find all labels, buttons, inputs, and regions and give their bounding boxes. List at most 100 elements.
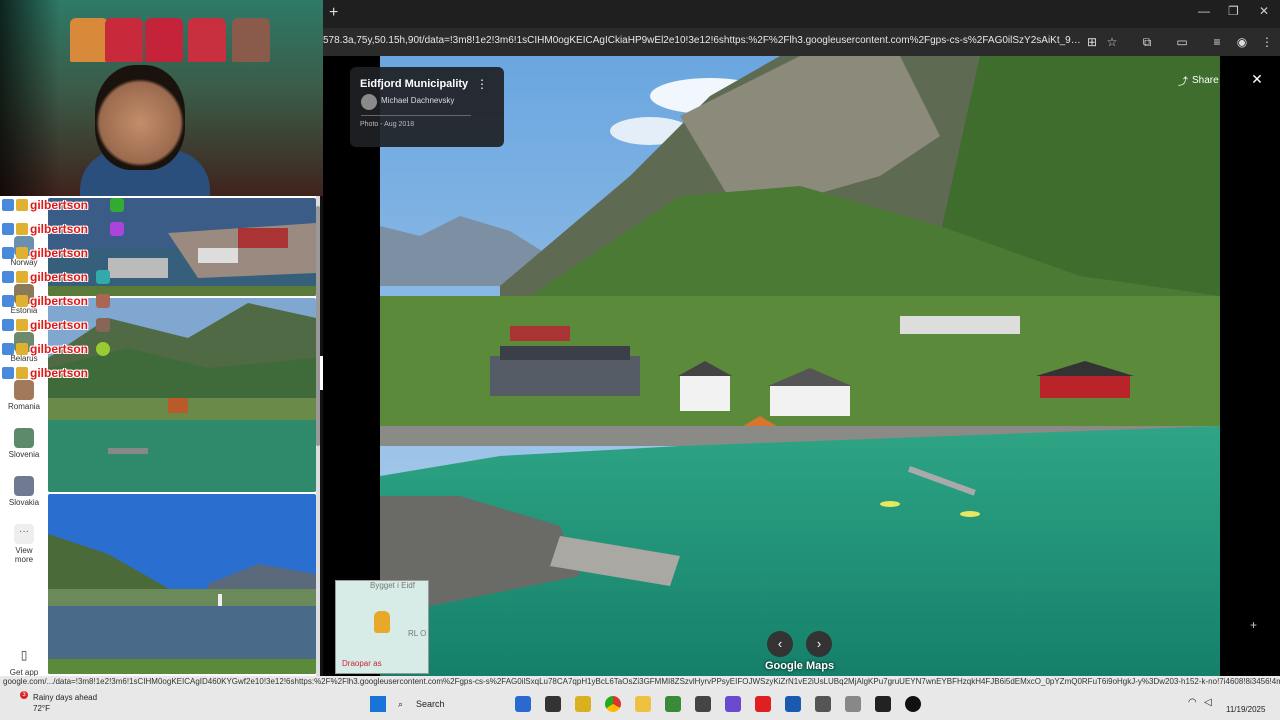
chat-username: gilbertson xyxy=(30,294,89,308)
search-icon: ⌕ xyxy=(398,699,404,709)
nav-item-slovenia[interactable]: Slovenia xyxy=(0,428,48,459)
chat-emote-icon xyxy=(110,198,125,212)
chat-line: gilbertson xyxy=(2,244,88,262)
chat-badge-icon xyxy=(2,367,14,379)
extensions-icon[interactable]: ⧉ xyxy=(1138,33,1156,51)
hanging-shirt xyxy=(232,18,270,62)
share-icon: ⤴ xyxy=(1178,76,1188,88)
minimap-place[interactable]: Draopar as xyxy=(342,659,382,668)
scrollbar[interactable] xyxy=(316,196,320,676)
place-title[interactable]: Eidfjord Municipality xyxy=(360,78,468,90)
nav-item-slovakia[interactable]: Slovakia xyxy=(0,476,48,507)
address-bar[interactable]: 578.3a,75y,50.15h,90t/data=!3m8!1e2!3m6!… xyxy=(323,28,1280,56)
profile-icon[interactable]: ◉ xyxy=(1233,33,1251,51)
zoom-in-icon[interactable]: + xyxy=(1250,618,1257,632)
chat-badge-icon xyxy=(16,295,28,307)
share-button[interactable]: ⤴ Share xyxy=(1170,68,1230,92)
taskbar-app-icon[interactable] xyxy=(815,696,831,712)
chat-line: gilbertson xyxy=(2,220,125,238)
pegman-icon[interactable] xyxy=(374,611,390,633)
more-options-icon[interactable]: ⋮ xyxy=(476,77,488,91)
chat-line: gilbertson xyxy=(2,292,111,310)
chat-emote-icon xyxy=(96,318,111,332)
previous-photo-button[interactable]: ‹ xyxy=(767,631,793,657)
nav-item-romania[interactable]: Romania xyxy=(0,380,48,411)
taskbar-app-icon[interactable] xyxy=(695,696,711,712)
minimize-button[interactable]: — xyxy=(1198,4,1210,18)
chat-emote-icon xyxy=(96,294,111,308)
hanging-shirt xyxy=(105,18,143,62)
get-app-button[interactable]: ▯ Get app xyxy=(0,646,48,677)
youtube-icon[interactable] xyxy=(755,696,771,712)
chat-badge-icon xyxy=(2,343,14,355)
divider xyxy=(361,115,471,116)
nav-label: Romania xyxy=(7,402,40,411)
bookmark-star-icon[interactable]: ☆ xyxy=(1103,33,1121,51)
close-viewer-button[interactable]: ✕ xyxy=(1248,70,1266,88)
next-photo-button[interactable]: › xyxy=(806,631,832,657)
status-url: google.com/.../data=!3m8!1e2!3m6!1sCIHM0… xyxy=(0,676,1280,688)
screen: + — ❐ ✕ 578.3a,75y,50.15h,90t/data=!3m8!… xyxy=(0,0,1280,720)
chat-badge-icon xyxy=(2,223,14,235)
shadow xyxy=(0,0,60,196)
taskbar-app-icon[interactable] xyxy=(515,696,531,712)
weather-text: Rainy days ahead xyxy=(33,693,98,702)
chat-badge-icon xyxy=(16,343,28,355)
main-photo[interactable] xyxy=(380,56,1220,676)
menu-icon[interactable]: ⋮ xyxy=(1258,33,1276,51)
url-text[interactable]: 578.3a,75y,50.15h,90t/data=!3m8!1e2!3m6!… xyxy=(323,35,1083,46)
nav-label: Slovakia xyxy=(8,498,40,507)
file-explorer-icon[interactable] xyxy=(635,696,651,712)
photo-date: Photo - Aug 2018 xyxy=(360,121,415,128)
taskbar-app-icon[interactable] xyxy=(875,696,891,712)
taskbar: 3 Rainy days ahead 72°F ⌕ Search ◠ ◁ 11/… xyxy=(0,688,1280,720)
chat-badge-icon xyxy=(16,223,28,235)
chat-badge-icon xyxy=(2,199,14,211)
author-name[interactable]: Michael Dachnevsky xyxy=(381,96,454,105)
media-icon[interactable]: ≡ xyxy=(1208,33,1226,51)
tab-strip: + — ❐ ✕ xyxy=(323,0,1280,28)
chat-username: gilbertson xyxy=(30,366,89,380)
wifi-icon[interactable]: ◠ xyxy=(1188,697,1197,708)
chat-emote-icon xyxy=(96,342,111,356)
taskbar-app-icon[interactable] xyxy=(725,696,741,712)
sidepanel-icon[interactable]: ▭ xyxy=(1173,33,1191,51)
scroll-thumb[interactable] xyxy=(316,206,320,446)
taskbar-search[interactable]: ⌕ Search xyxy=(390,694,500,714)
taskbar-app-icon[interactable] xyxy=(785,696,801,712)
chat-line: gilbertson xyxy=(2,340,111,358)
chat-line: gilbertson xyxy=(2,316,111,334)
hanging-shirt xyxy=(70,18,108,62)
windows-start-icon[interactable] xyxy=(370,696,386,712)
taskbar-app-icon[interactable] xyxy=(845,696,861,712)
taskbar-app-icon[interactable] xyxy=(665,696,681,712)
maximize-button[interactable]: ❐ xyxy=(1228,4,1239,18)
clock-date[interactable]: 11/19/2025 xyxy=(1226,705,1265,714)
mini-map[interactable]: Bygget i Eidf RL O Draopar as xyxy=(335,580,429,674)
photo-info-card: Eidfjord Municipality ⋮ Michael Dachnevs… xyxy=(350,67,504,147)
chat-username: gilbertson xyxy=(30,246,89,260)
phone-icon: ▯ xyxy=(14,646,34,666)
nav-label: Slovenia xyxy=(8,450,40,459)
chat-badge-icon xyxy=(16,199,28,211)
taskbar-app-icon[interactable] xyxy=(545,696,561,712)
webcam-overlay xyxy=(0,0,323,196)
slovakia-thumb xyxy=(14,476,34,496)
photo-thumb-lake[interactable] xyxy=(48,494,316,674)
close-window-button[interactable]: ✕ xyxy=(1259,4,1269,18)
weather-widget[interactable]: Rainy days ahead xyxy=(33,693,97,702)
google-maps-logo: Google Maps xyxy=(765,660,835,672)
chat-badge-icon xyxy=(2,247,14,259)
chat-badge-icon xyxy=(2,295,14,307)
chat-username: gilbertson xyxy=(30,318,89,332)
volume-icon[interactable]: ◁ xyxy=(1204,697,1212,708)
author-avatar[interactable] xyxy=(361,94,377,110)
taskbar-app-icon[interactable] xyxy=(905,696,921,712)
chat-username: gilbertson xyxy=(30,198,89,212)
view-more-button[interactable]: ··· View more xyxy=(0,524,48,564)
taskbar-app-icon[interactable] xyxy=(575,696,591,712)
chat-username: gilbertson xyxy=(30,222,89,236)
new-tab-button[interactable]: + xyxy=(329,4,338,22)
install-icon[interactable]: ⊞ xyxy=(1083,33,1101,51)
chrome-icon[interactable] xyxy=(605,696,621,712)
